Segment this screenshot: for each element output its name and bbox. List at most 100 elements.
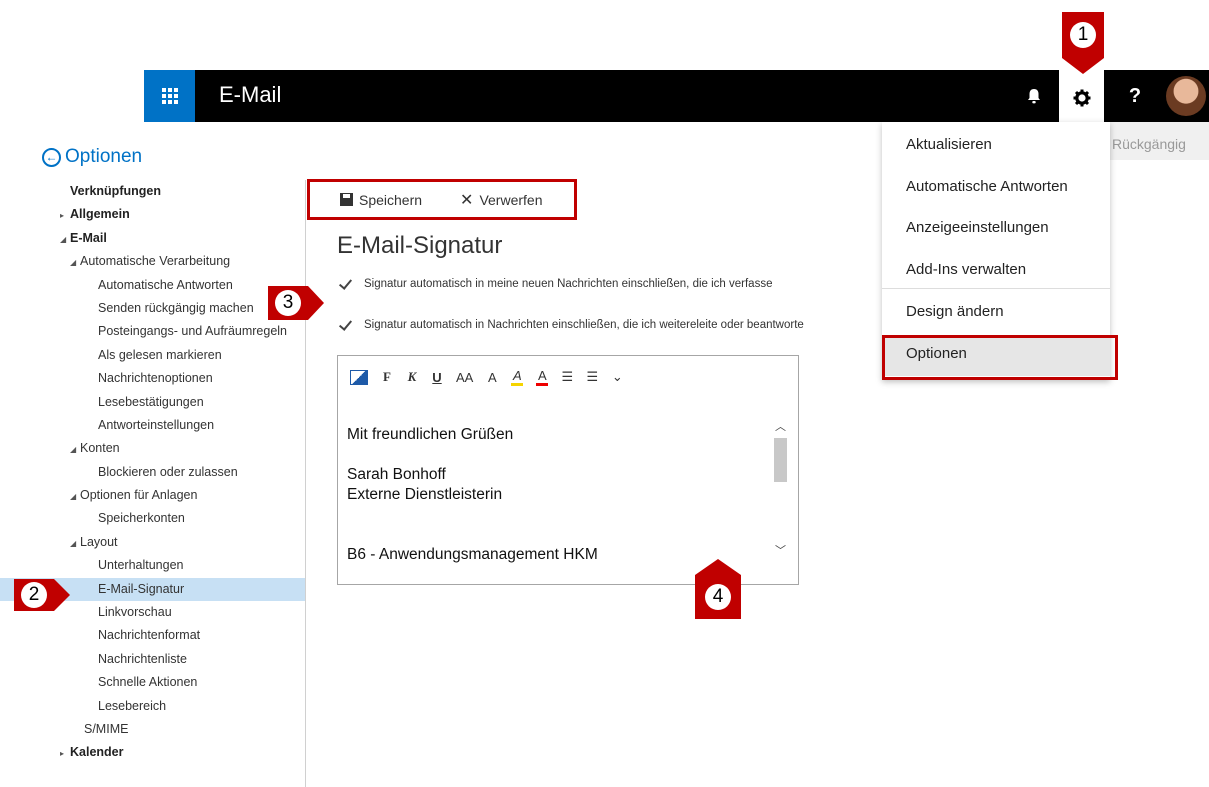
expand-arrow-icon[interactable]: ▸ [60, 204, 70, 227]
checkbox-label: Signatur automatisch in Nachrichten eins… [364, 319, 804, 331]
callout-1: 1 [1062, 12, 1104, 74]
options-heading: Optionen [65, 146, 143, 167]
avatar[interactable] [1166, 76, 1206, 116]
bullets-button[interactable]: ☰ [561, 369, 574, 385]
sidebar-item-label: Als gelesen markieren [98, 347, 222, 362]
sidebar-item-label: Allgemein [70, 207, 130, 222]
sidebar-item-label: Blockieren oder zulassen [98, 464, 238, 479]
sidebar-item[interactable]: Als gelesen markieren [0, 344, 305, 367]
sidebar-item-label: Unterhaltungen [98, 558, 184, 573]
scroll-thumb[interactable] [774, 438, 787, 482]
sidebar-item-label: E-Mail [70, 230, 107, 245]
callout-number: 1 [1070, 22, 1096, 48]
sidebar-item-label: Schnelle Aktionen [98, 675, 198, 690]
sidebar-item[interactable]: ◢ Konten [0, 437, 305, 460]
sidebar-item[interactable]: Unterhaltungen [0, 554, 305, 577]
callout-number: 4 [705, 584, 731, 610]
menu-item-refresh[interactable]: Aktualisieren [906, 136, 992, 153]
sidebar-item-label: Lesebereich [98, 698, 167, 713]
help-icon: ? [1128, 84, 1142, 107]
callout-4: 4 [695, 559, 741, 619]
sidebar-item[interactable]: Lesebestätigungen [0, 391, 305, 414]
scroll-up-icon[interactable]: ︿ [775, 418, 786, 434]
collapse-arrow-icon[interactable]: ◢ [70, 251, 80, 274]
sidebar-item[interactable]: ◢ Automatische Verarbeitung [0, 250, 305, 273]
bold-button[interactable]: F [381, 369, 393, 385]
collapse-arrow-icon[interactable]: ◢ [70, 532, 80, 555]
menu-divider [882, 288, 1110, 289]
bell-icon [1028, 89, 1040, 104]
help-button[interactable]: ? [1110, 70, 1160, 122]
callout-number: 3 [275, 290, 301, 316]
sidebar-item[interactable]: Speicherkonten [0, 507, 305, 530]
sidebar-item-label: Konten [80, 441, 120, 456]
expand-arrow-icon[interactable]: ▸ [60, 742, 70, 765]
sidebar-item[interactable]: Nachrichtenformat [0, 624, 305, 647]
auto-signature-new-checkbox[interactable]: Signatur automatisch in meine neuen Nach… [338, 277, 772, 291]
sidebar-item[interactable]: Blockieren oder zulassen [0, 461, 305, 484]
sidebar-item[interactable]: Nachrichtenliste [0, 648, 305, 671]
sidebar-item-label: Automatische Verarbeitung [80, 254, 231, 269]
undo-button[interactable]: Rückgängig [1110, 122, 1209, 160]
signature-line: B6 - Anwendungsmanagement HKM [347, 546, 598, 563]
discard-button[interactable]: ✕ Verwerfen [460, 190, 542, 210]
signature-text[interactable]: Mit freundlichen Grüßen Sarah Bonhoff Ex… [347, 425, 598, 565]
notifications-button[interactable] [1009, 70, 1059, 122]
grow-font-button[interactable]: A [486, 370, 498, 385]
signature-editor[interactable]: F K U AA A A A ☰ ☰ ⌄ Mit freundlichen Gr… [337, 355, 799, 585]
sidebar-item-label: Automatische Antworten [98, 277, 233, 292]
underline-button[interactable]: U [431, 370, 443, 385]
sidebar-item[interactable]: Schnelle Aktionen [0, 671, 305, 694]
sidebar-item-label: Kalender [70, 745, 124, 760]
menu-item-manage-addins[interactable]: Add-Ins verwalten [906, 261, 1026, 278]
checkmark-icon [338, 277, 352, 291]
font-color-button[interactable]: A [536, 368, 549, 386]
sidebar-item-label: Verknüpfungen [70, 184, 161, 198]
sidebar-item[interactable]: Senden rückgängig machen [0, 297, 305, 320]
editor-scrollbar[interactable]: ︿ ﹀ [771, 402, 789, 574]
sidebar-item[interactable]: S/MIME [0, 718, 305, 741]
highlight-button[interactable]: A [511, 368, 524, 386]
sidebar-item[interactable]: Verknüpfungen [0, 180, 305, 203]
sidebar-item-label: Nachrichtenliste [98, 651, 187, 666]
save-button[interactable]: Speichern [340, 192, 422, 208]
signature-line: Externe Dienstleisterin [347, 486, 503, 503]
sidebar-item[interactable]: ▸ Kalender [0, 741, 305, 764]
sidebar-item[interactable]: ◢ E-Mail [0, 227, 305, 250]
collapse-arrow-icon[interactable]: ◢ [60, 228, 70, 251]
sidebar-item-label: Lesebestätigungen [98, 394, 204, 409]
signature-toolbar: Speichern ✕ Verwerfen [307, 179, 577, 220]
sidebar-item-label: Senden rückgängig machen [98, 300, 254, 315]
numbering-button[interactable]: ☰ [586, 369, 599, 385]
italic-button[interactable]: K [406, 369, 418, 385]
sidebar-item[interactable]: Antworteinstellungen [0, 414, 305, 437]
collapse-arrow-icon[interactable]: ◢ [70, 485, 80, 508]
scroll-down-icon[interactable]: ﹀ [775, 542, 786, 558]
nav-divider [305, 180, 306, 787]
auto-signature-reply-checkbox[interactable]: Signatur automatisch in Nachrichten eins… [338, 318, 804, 332]
sidebar-item-label: E-Mail-Signatur [98, 581, 185, 596]
sidebar-item[interactable]: Nachrichtenoptionen [0, 367, 305, 390]
sidebar-item[interactable]: ▸ Allgemein [0, 203, 305, 226]
chevron-down-icon[interactable]: ⌄ [611, 369, 623, 385]
sidebar-item[interactable]: ◢ Layout [0, 531, 305, 554]
signature-line: Mit freundlichen Grüßen [347, 426, 514, 443]
sidebar-item[interactable]: Posteingangs- und Aufräumregeln [0, 320, 305, 343]
sidebar-item[interactable]: Automatische Antworten [0, 274, 305, 297]
font-size-button[interactable]: AA [456, 370, 473, 385]
sidebar-item-label: Layout [80, 534, 118, 549]
insert-image-icon[interactable] [350, 369, 368, 385]
app-launcher-button[interactable] [144, 70, 195, 122]
sidebar-item-label: Posteingangs- und Aufräumregeln [98, 324, 288, 339]
collapse-arrow-icon[interactable]: ◢ [70, 438, 80, 461]
menu-item-auto-reply[interactable]: Automatische Antworten [906, 178, 1068, 195]
sidebar-item[interactable]: Lesebereich [0, 695, 305, 718]
options-nav: Verknüpfungen ▸ Allgemein ◢ E-Mail ◢ Automatis… [0, 180, 305, 765]
sidebar-item[interactable]: ◢ Optionen für Anlagen [0, 484, 305, 507]
sidebar-item-label: Nachrichtenformat [98, 628, 201, 643]
sidebar-item-label: Speicherkonten [98, 511, 185, 526]
back-to-options-link[interactable]: ← Optionen [42, 146, 142, 168]
settings-button[interactable] [1059, 70, 1104, 126]
menu-item-change-theme[interactable]: Design ändern [906, 303, 1004, 320]
menu-item-display-settings[interactable]: Anzeigeeinstellungen [906, 219, 1049, 236]
